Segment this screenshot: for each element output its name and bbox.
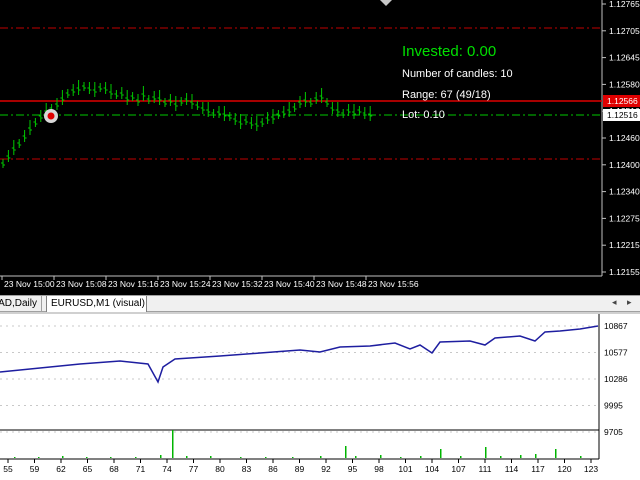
volume-bar [135,457,137,458]
chart-tabs-bar: AD,Daily EURUSD,M1 (visual) ◂ ▸ [0,295,640,313]
tester-x-label: 59 [30,464,40,474]
volume-bar [292,457,294,458]
price-chart[interactable]: 1.12765 1.12705 1.12645 1.12580 1.12516 1.124… [0,0,640,295]
volume-bar [535,454,537,458]
volume-bar [265,457,267,458]
invested-label: Invested: 0.00 [402,43,497,60]
time-tick-label: 23 Nov 15:56 [368,279,419,289]
price-tick-label: 1.12705 [609,26,640,36]
tester-x-label: 104 [425,464,439,474]
volume-bar [14,457,16,458]
range-label: Range: 67 (49/18) [402,89,491,101]
volume-bar [186,456,188,458]
volume-bar [580,456,582,458]
tester-x-label: 68 [109,464,119,474]
volume-bar [500,456,502,458]
tester-x-label: 80 [215,464,225,474]
tester-x-label: 107 [451,464,465,474]
tester-x-label: 83 [242,464,252,474]
tester-x-label: 123 [584,464,598,474]
time-tick-label: 23 Nov 15:40 [264,279,315,289]
tester-x-label: 89 [295,464,305,474]
tabs-scroll-left-icon[interactable]: ◂ [612,297,617,308]
tab-aud-daily[interactable]: AD,Daily [0,296,42,312]
volume-bar [420,456,422,458]
volume-bar [86,457,88,458]
tester-y-label: 10867 [604,321,628,331]
volume-bar [380,455,382,458]
volume-bar [400,457,402,458]
tester-x-label: 71 [136,464,146,474]
price-tick-label: 1.12400 [609,160,640,170]
time-tick-label: 23 Nov 15:16 [108,279,159,289]
volume-bar [160,455,162,458]
volume-bar [172,430,174,458]
time-tick-label: 23 Nov 15:00 [4,279,55,289]
volume-bar [62,456,64,458]
bid-price-marker-label: 1.12516 [607,110,638,120]
tester-x-label: 95 [348,464,358,474]
tester-x-label: 92 [321,464,331,474]
price-tick-label: 1.12580 [609,79,640,89]
tester-y-label: 9705 [604,427,623,437]
volume-bar [210,456,212,458]
volume-bar [555,449,557,458]
price-tick-label: 1.12275 [609,213,640,223]
volume-bar [460,456,462,458]
tester-x-label: 117 [531,464,545,474]
red-price-marker-label: 1.12566 [607,96,638,106]
volume-bar [110,457,112,458]
tester-x-label: 74 [162,464,172,474]
volume-bar [38,457,40,458]
lot-label: Lot: 0.10 [402,109,445,121]
order-marker-icon[interactable] [44,109,58,123]
price-tick-label: 1.12460 [609,133,640,143]
volume-bar [345,446,347,458]
time-tick-label: 23 Nov 15:48 [316,279,367,289]
volume-bar [240,457,242,458]
tester-x-label: 114 [505,464,519,474]
tester-x-label: 101 [398,464,412,474]
time-tick-label: 23 Nov 15:24 [160,279,211,289]
volume-bar [320,456,322,458]
time-tick-label: 23 Nov 15:08 [56,279,107,289]
tester-x-label: 111 [479,464,492,474]
price-tick-label: 1.12340 [609,187,640,197]
price-tick-label: 1.12155 [609,267,640,277]
candles-count-label: Number of candles: 10 [402,68,513,80]
tester-y-label: 10286 [604,374,628,384]
time-tick-label: 23 Nov 15:32 [212,279,263,289]
volume-bar [440,449,442,458]
volume-bar [485,447,487,458]
tester-x-label: 98 [374,464,384,474]
tester-x-label: 65 [83,464,93,474]
tester-x-label: 120 [557,464,571,474]
price-tick-label: 1.12765 [609,0,640,9]
tester-x-label: 55 [3,464,13,474]
tester-y-label: 10577 [604,348,628,358]
chart-background [0,0,640,295]
volume-bar [355,456,357,458]
tester-x-label: 86 [268,464,278,474]
tab-eurusd-visual[interactable]: EURUSD,M1 (visual) [46,296,147,313]
tabs-scroll-right-icon[interactable]: ▸ [627,297,632,308]
tester-y-label: 9995 [604,401,623,411]
tester-graph: 10867 10577 10286 9995 9705 55 59 62 65 68 71 74 77… [0,312,640,480]
price-tick-label: 1.12645 [609,53,640,63]
tester-x-label: 77 [189,464,199,474]
price-tick-label: 1.12215 [609,240,640,250]
tester-background [0,312,640,480]
tester-x-label: 62 [56,464,66,474]
volume-bar [520,455,522,458]
